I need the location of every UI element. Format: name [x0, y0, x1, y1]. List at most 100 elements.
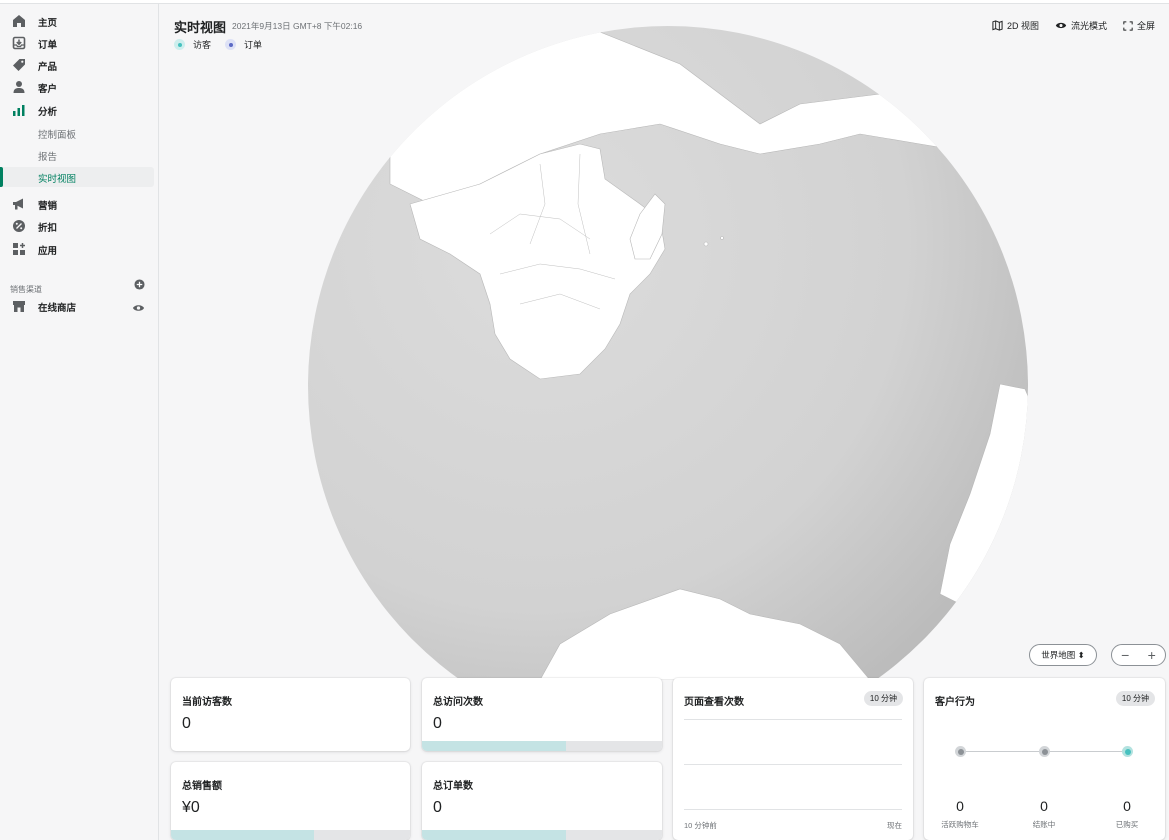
page-date: 2021年9月13日 GMT+8 下午02:16 — [232, 21, 363, 31]
sidebar-item-label: 分析 — [38, 107, 58, 118]
order-dot-icon — [225, 39, 237, 50]
chart-gridline — [684, 719, 902, 720]
stream-mode-button[interactable]: 流光模式 — [1055, 19, 1107, 32]
sales-channels-label: 销售渠道 — [10, 285, 42, 294]
checkout-dot-icon — [1039, 746, 1050, 757]
card-title: 客户行为 — [935, 697, 975, 708]
megaphone-icon — [13, 198, 23, 210]
home-icon — [13, 15, 25, 27]
sidebar-item-online-store[interactable]: 在线商店 — [0, 296, 154, 317]
current-visitors-card: 当前访客数 0 — [171, 678, 410, 751]
sidebar-item-label: 订单 — [38, 40, 58, 51]
map-type-select[interactable]: 世界地图 ⬍ — [1029, 644, 1097, 666]
time-range-badge: 10 分钟 — [1115, 691, 1155, 706]
axis-end-label: 现在 — [887, 821, 902, 830]
active-carts-dot-icon — [955, 746, 966, 757]
legend-visitors: 访客 — [174, 38, 211, 51]
legend-orders: 订单 — [225, 38, 262, 51]
eye-icon — [1055, 22, 1067, 29]
card-title: 总订单数 — [433, 781, 473, 792]
2d-view-button[interactable]: 2D 视图 — [992, 19, 1039, 32]
2d-view-label: 2D 视图 — [1006, 21, 1039, 31]
apps-icon — [13, 243, 25, 255]
analytics-icon — [13, 105, 25, 116]
main-area: 实时视图 2021年9月13日 GMT+8 下午02:16 访客 订单 2D 视… — [160, 4, 1169, 840]
map-legend: 访客 订单 — [174, 38, 270, 51]
sidebar-subitem-label: 报告 — [38, 152, 58, 163]
purchased-value: 0 — [1123, 798, 1131, 814]
sidebar-item-products[interactable]: 产品 — [0, 55, 154, 76]
visits-progress-bar — [422, 741, 662, 751]
zoom-control: − + — [1111, 644, 1166, 666]
page-views-card: 页面查看次数 10 分钟 10 分钟前 现在 — [673, 678, 913, 840]
total-orders-card: 总订单数 0 — [422, 762, 662, 840]
sidebar-item-analytics[interactable]: 分析 — [0, 100, 154, 121]
zoom-out-button[interactable]: − — [1121, 647, 1129, 663]
sidebar: 主页 订单 产品 客户 分析 控制面板 报告 实时视图 营销 折扣 应用 销售渠… — [0, 4, 159, 840]
sidebar-item-label: 应用 — [38, 246, 58, 257]
legend-visitors-label: 访客 — [193, 40, 212, 50]
sidebar-item-apps[interactable]: 应用 — [0, 239, 154, 260]
card-value: 0 — [433, 799, 442, 816]
card-value: ¥0 — [182, 799, 200, 816]
purchased-dot-icon — [1122, 746, 1133, 757]
sidebar-subitem-dashboard[interactable]: 控制面板 — [0, 123, 154, 143]
purchased-label: 已购买 — [1115, 820, 1139, 829]
sidebar-subitem-live-view[interactable]: 实时视图 — [0, 167, 154, 187]
active-carts-value: 0 — [956, 798, 964, 814]
map-icon — [992, 20, 1003, 31]
customer-behavior-card: 客户行为 10 分钟 0 0 0 活跃购物车 结账中 已购买 — [924, 678, 1165, 840]
sidebar-subitem-reports[interactable]: 报告 — [0, 145, 154, 165]
sidebar-item-customers[interactable]: 客户 — [0, 77, 154, 98]
fullscreen-button[interactable]: 全屏 — [1123, 19, 1155, 32]
sales-progress-bar — [171, 830, 410, 840]
card-value: 0 — [433, 715, 442, 732]
sidebar-item-home[interactable]: 主页 — [0, 11, 154, 32]
total-sales-card: 总销售额 ¥0 — [171, 762, 410, 840]
page-title: 实时视图 — [174, 20, 227, 35]
tag-icon — [13, 59, 25, 71]
sidebar-item-label: 营销 — [38, 201, 58, 212]
sidebar-item-marketing[interactable]: 营销 — [0, 194, 154, 215]
progress-fill — [422, 741, 566, 751]
eye-icon[interactable] — [132, 303, 145, 313]
chart-gridline — [684, 809, 902, 810]
card-title: 页面查看次数 — [684, 697, 744, 708]
sidebar-subitem-label: 实时视图 — [38, 174, 77, 185]
total-visits-card: 总访问次数 0 — [422, 678, 662, 751]
sidebar-item-label: 主页 — [38, 18, 58, 29]
sidebar-subitem-label: 控制面板 — [38, 130, 77, 141]
store-icon — [13, 301, 25, 312]
view-toolbar: 2D 视图 流光模式 全屏 — [992, 19, 1155, 32]
discount-icon — [13, 220, 25, 232]
fullscreen-icon — [1123, 20, 1133, 31]
active-carts-label: 活跃购物车 — [941, 820, 979, 829]
progress-fill — [171, 830, 315, 840]
sidebar-item-label: 折扣 — [38, 223, 58, 234]
card-title: 总访问次数 — [433, 697, 483, 708]
active-indicator — [0, 167, 3, 187]
globe-map[interactable] — [160, 4, 1169, 680]
sidebar-item-label: 产品 — [38, 62, 58, 73]
checkout-label: 结账中 — [1032, 820, 1056, 829]
card-value: 0 — [182, 715, 191, 732]
stream-mode-label: 流光模式 — [1070, 21, 1107, 31]
add-channel-icon[interactable] — [134, 279, 145, 290]
card-title: 总销售额 — [182, 781, 222, 792]
chart-gridline — [684, 764, 902, 765]
time-range-badge: 10 分钟 — [863, 691, 903, 706]
sidebar-item-discounts[interactable]: 折扣 — [0, 216, 154, 237]
orders-icon — [12, 36, 26, 50]
person-icon — [13, 81, 25, 93]
sidebar-item-label: 在线商店 — [38, 303, 77, 314]
card-title: 当前访客数 — [182, 697, 232, 708]
progress-fill — [422, 830, 566, 840]
zoom-in-button[interactable]: + — [1148, 647, 1156, 663]
axis-start-label: 10 分钟前 — [684, 821, 717, 830]
visitor-dot-icon — [174, 39, 185, 50]
legend-orders-label: 订单 — [244, 40, 263, 50]
sidebar-item-orders[interactable]: 订单 — [0, 33, 154, 54]
fullscreen-label: 全屏 — [1136, 21, 1155, 31]
sidebar-item-label: 客户 — [38, 84, 58, 95]
checkout-value: 0 — [1040, 798, 1048, 814]
